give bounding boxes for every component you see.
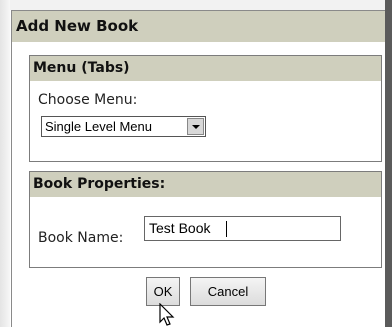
menu-select[interactable]: Single Level Menu	[41, 116, 206, 137]
book-name-input[interactable]: Test Book	[144, 216, 341, 241]
ok-button[interactable]: OK	[146, 277, 180, 306]
book-name-label: Book Name:	[38, 230, 124, 246]
background-strip-top	[0, 0, 392, 10]
dialog-title: Add New Book	[16, 17, 139, 35]
choose-menu-label: Choose Menu:	[38, 92, 138, 108]
menu-tabs-fieldset: Menu (Tabs) Choose Menu: Single Level Me…	[29, 55, 382, 162]
menu-tabs-header: Menu (Tabs)	[30, 56, 381, 81]
window-edge	[385, 0, 392, 327]
book-properties-fieldset: Book Properties: Book Name: Test Book	[29, 171, 382, 268]
menu-select-value: Single Level Menu	[45, 119, 152, 134]
text-caret	[226, 221, 227, 237]
book-properties-header: Book Properties:	[30, 172, 381, 197]
mouse-pointer-icon	[159, 303, 175, 326]
menu-tabs-header-text: Menu (Tabs)	[33, 60, 130, 76]
cancel-button[interactable]: Cancel	[190, 277, 266, 306]
book-name-value: Test Book	[149, 220, 211, 236]
dialog-titlebar[interactable]: Add New Book	[12, 11, 392, 42]
background-strip-left	[0, 0, 10, 327]
chevron-down-icon[interactable]	[187, 118, 204, 135]
book-properties-header-text: Book Properties:	[33, 176, 166, 192]
add-new-book-dialog: Add New Book Menu (Tabs) Choose Menu: Si…	[11, 10, 392, 327]
